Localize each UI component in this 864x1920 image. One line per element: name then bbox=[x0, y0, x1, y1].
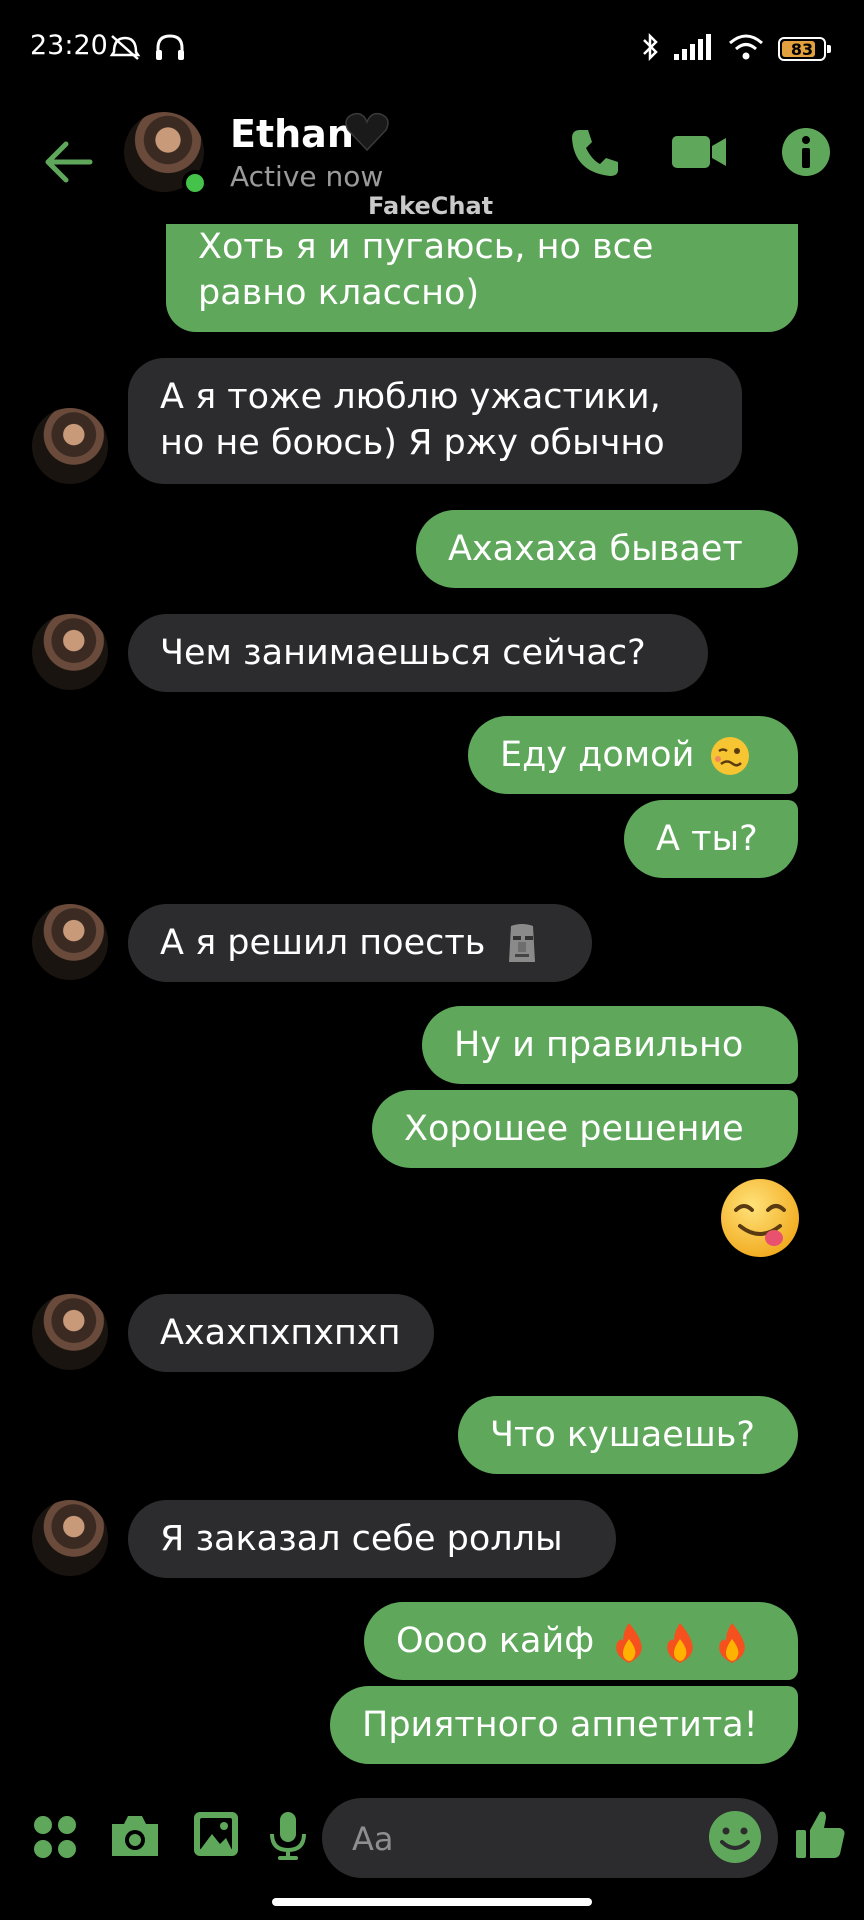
battery-icon: 83 bbox=[778, 37, 831, 61]
status-icons-right: 83 bbox=[640, 32, 831, 66]
message-text: но не боюсь) Я ржу обычно bbox=[160, 423, 665, 463]
status-bar: 23:20 83 bbox=[0, 0, 864, 100]
fire-icon bbox=[616, 1623, 643, 1663]
message-input-container[interactable] bbox=[322, 1798, 778, 1880]
headphones-icon bbox=[154, 32, 186, 66]
contact-avatar[interactable] bbox=[124, 112, 208, 196]
yum-face-icon[interactable] bbox=[718, 1176, 802, 1260]
message-text: равно классно) bbox=[198, 273, 480, 313]
message-bubble-outgoing[interactable]: Хоть я и пугаюсь, но все равно классно) bbox=[166, 224, 798, 332]
video-call-button[interactable] bbox=[670, 130, 728, 178]
message-text: Ахахаха бывает bbox=[448, 529, 743, 569]
message-text: Ахахпхпхпхп bbox=[160, 1313, 401, 1353]
thumbs-up-icon bbox=[796, 1811, 845, 1858]
message-input[interactable] bbox=[350, 1798, 684, 1880]
fire-icon bbox=[718, 1623, 745, 1663]
message-bubble-outgoing[interactable]: Еду домой bbox=[468, 716, 798, 794]
info-icon bbox=[782, 128, 830, 176]
message-text: Я заказал себе роллы bbox=[160, 1519, 563, 1559]
message-text: Оооо кайф bbox=[396, 1621, 595, 1661]
camera-button[interactable] bbox=[108, 1812, 162, 1864]
gallery-icon bbox=[194, 1812, 238, 1856]
video-camera-icon bbox=[672, 136, 726, 168]
message-text: Ну и правильно bbox=[454, 1025, 744, 1065]
message-bubble-outgoing[interactable]: Ну и правильно bbox=[422, 1006, 798, 1084]
camera-icon bbox=[112, 1816, 158, 1856]
avatar[interactable] bbox=[32, 1294, 108, 1370]
avatar[interactable] bbox=[32, 408, 108, 484]
mic-button[interactable] bbox=[268, 1810, 308, 1866]
app-watermark: FakeChat bbox=[368, 192, 494, 220]
message-text: Приятного аппетита! bbox=[362, 1705, 758, 1745]
info-button[interactable] bbox=[780, 126, 832, 182]
message-text: Чем занимаешься сейчас? bbox=[160, 633, 646, 673]
message-bubble-incoming[interactable]: А я решил поесть bbox=[128, 904, 592, 982]
avatar[interactable] bbox=[32, 1500, 108, 1576]
like-button[interactable] bbox=[794, 1808, 848, 1866]
message-bubble-outgoing[interactable]: Хорошее решение bbox=[372, 1090, 798, 1168]
emoji-button[interactable] bbox=[706, 1808, 764, 1870]
battery-level: 83 bbox=[790, 39, 814, 59]
message-bubble-incoming[interactable]: А я тоже люблю ужастики, но не боюсь) Я … bbox=[128, 358, 742, 484]
contact-name[interactable]: Ethan bbox=[230, 112, 354, 156]
message-text: Что кушаешь? bbox=[490, 1415, 756, 1455]
message-text: А ты? bbox=[656, 819, 758, 859]
apps-button[interactable] bbox=[32, 1814, 78, 1864]
muted-alarm-icon bbox=[108, 32, 142, 66]
message-bubble-incoming[interactable]: Я заказал себе роллы bbox=[128, 1500, 616, 1578]
fire-emoji-group bbox=[609, 1619, 751, 1665]
black-heart-icon bbox=[344, 110, 390, 158]
message-bubble-incoming[interactable]: Ахахпхпхпхп bbox=[128, 1294, 434, 1372]
contact-status: Active now bbox=[230, 160, 384, 193]
status-time: 23:20 bbox=[30, 30, 108, 61]
back-arrow-icon bbox=[45, 141, 93, 183]
message-bubble-outgoing[interactable]: Ахахаха бывает bbox=[416, 510, 798, 588]
online-indicator bbox=[182, 170, 208, 196]
message-bubble-outgoing[interactable]: А ты? bbox=[624, 800, 798, 878]
call-button[interactable] bbox=[568, 126, 622, 184]
composer-bar bbox=[0, 1790, 864, 1890]
bluetooth-icon bbox=[640, 32, 660, 66]
emoji-icon bbox=[709, 1811, 761, 1863]
avatar[interactable] bbox=[32, 904, 108, 980]
message-text: А я решил поесть bbox=[160, 923, 486, 963]
avatar[interactable] bbox=[32, 614, 108, 690]
phone-icon bbox=[572, 130, 618, 176]
message-bubble-incoming[interactable]: Чем занимаешься сейчас? bbox=[128, 614, 708, 692]
mic-icon bbox=[270, 1812, 306, 1860]
gallery-button[interactable] bbox=[192, 1810, 240, 1862]
message-text: А я тоже люблю ужастики, bbox=[160, 377, 661, 417]
apps-icon bbox=[34, 1816, 76, 1858]
message-bubble-outgoing[interactable]: Приятного аппетита! bbox=[330, 1686, 798, 1764]
wifi-icon bbox=[728, 33, 764, 65]
chat-header: Ethan Active now FakeChat bbox=[0, 100, 864, 220]
woozy-face-icon bbox=[711, 737, 750, 775]
message-bubble-outgoing[interactable]: Что кушаешь? bbox=[458, 1396, 798, 1474]
home-indicator[interactable] bbox=[272, 1898, 592, 1906]
message-text: Хоть я и пугаюсь, но все bbox=[198, 227, 654, 267]
moai-icon bbox=[508, 924, 535, 962]
message-bubble-outgoing[interactable]: Оооо кайф bbox=[364, 1602, 798, 1680]
back-button[interactable] bbox=[40, 132, 100, 192]
message-text: Еду домой bbox=[500, 735, 695, 775]
message-text: Хорошее решение bbox=[404, 1109, 744, 1149]
signal-icon bbox=[674, 34, 714, 64]
fire-icon bbox=[667, 1623, 694, 1663]
status-icons-left bbox=[108, 32, 186, 66]
